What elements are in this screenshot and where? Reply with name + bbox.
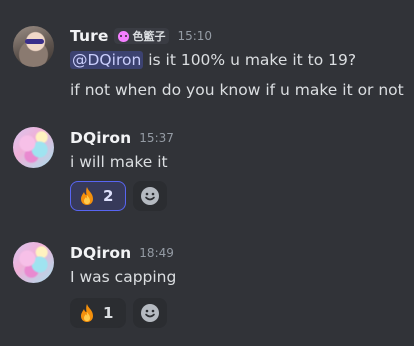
timestamp[interactable]: 15:37 — [139, 131, 174, 145]
timestamp[interactable]: 15:10 — [177, 29, 212, 43]
avatar[interactable] — [13, 242, 54, 283]
reaction-fire-button[interactable]: 1 — [70, 298, 126, 328]
message-dqiron-1: DQiron 15:37 i will make it 2 — [0, 110, 414, 220]
username[interactable]: DQiron — [70, 244, 131, 262]
message-text: i will make it — [70, 153, 168, 171]
username[interactable]: DQiron — [70, 129, 131, 147]
avatar-glasses-detail — [25, 39, 44, 44]
fire-emoji-icon — [81, 187, 93, 205]
message-text: if not when do you know if u make it or … — [70, 81, 404, 99]
chat-message-list: Ture 色籃子 15:10 @DQiron is it 100% u make… — [0, 0, 414, 346]
user-mention[interactable]: @DQiron — [70, 51, 144, 69]
avatar[interactable] — [13, 127, 54, 168]
avatar[interactable] — [13, 26, 54, 67]
message-header: DQiron 18:49 — [70, 244, 174, 262]
message-text: I was capping — [70, 268, 177, 286]
message-ture: Ture 色籃子 15:10 @DQiron is it 100% u make… — [0, 0, 414, 110]
add-reaction-button[interactable] — [133, 181, 167, 211]
reaction-fire-button[interactable]: 2 — [70, 181, 126, 211]
reaction-count: 1 — [103, 304, 114, 322]
fire-emoji-icon — [81, 304, 93, 322]
message-text-content: is it 100% u make it to 19? — [148, 51, 357, 69]
message-text: @DQiron is it 100% u make it to 19? — [70, 51, 356, 69]
message-dqiron-2: DQiron 18:49 I was capping 1 — [0, 220, 414, 346]
timestamp[interactable]: 18:49 — [139, 246, 174, 260]
clan-tag-text: 色籃子 — [132, 30, 166, 43]
message-header: Ture 色籃子 15:10 — [70, 27, 212, 45]
add-reaction-button[interactable] — [133, 298, 167, 328]
clan-tag[interactable]: 色籃子 — [114, 28, 170, 44]
username[interactable]: Ture — [70, 27, 108, 45]
message-header: DQiron 15:37 — [70, 129, 174, 147]
reaction-count: 2 — [103, 187, 114, 205]
smiley-icon — [141, 187, 159, 205]
smiley-icon — [141, 304, 159, 322]
skull-icon — [118, 30, 130, 42]
